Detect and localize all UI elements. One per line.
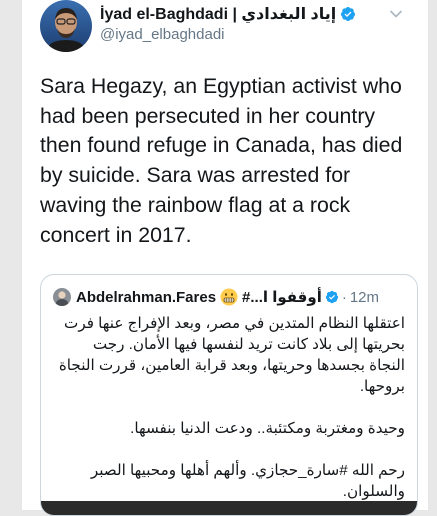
chevron-down-icon[interactable] xyxy=(388,6,404,22)
quoted-timestamp[interactable]: 12m xyxy=(350,289,379,306)
tweet-header: İyad el-Baghdadi | إياد البغدادي @iyad_e… xyxy=(22,0,428,58)
grimacing-face-icon xyxy=(220,288,238,306)
tweet-text: Sara Hegazy, an Egyptian activist who ha… xyxy=(40,72,418,250)
verified-badge-icon xyxy=(325,290,338,304)
display-name[interactable]: İyad el-Baghdadi | إياد البغدادي xyxy=(100,4,336,24)
quoted-tweet-header: Abdelrahman.Fares أوقفوا ا...# · 12m xyxy=(53,287,407,307)
tweet-text-body: Sara Hegazy, an Egyptian activist who ha… xyxy=(40,74,403,247)
quoted-tweet[interactable]: Abdelrahman.Fares أوقفوا ا...# · 12m اعت… xyxy=(40,274,418,516)
quoted-paragraph: وحيدة ومغتربة ومكتئبة.. ودعت الدنيا بنفس… xyxy=(130,420,405,437)
quoted-avatar[interactable] xyxy=(53,288,71,306)
tweet-card[interactable]: İyad el-Baghdadi | إياد البغدادي @iyad_e… xyxy=(22,0,428,516)
verified-badge-icon xyxy=(341,7,356,21)
handle[interactable]: @iyad_elbaghdadi xyxy=(100,26,225,43)
avatar[interactable] xyxy=(40,0,92,52)
quoted-display-name-suffix[interactable]: أوقفوا ا...# xyxy=(242,288,322,306)
quoted-paragraph: رحم الله #سارة_حجازي. وألهم أهلها ومحبيه… xyxy=(90,462,405,500)
separator-dot: · xyxy=(341,288,347,306)
display-name-row[interactable]: İyad el-Baghdadi | إياد البغدادي xyxy=(100,4,356,24)
quoted-paragraph: اعتقلها النظام المتدين في مصر، وبعد الإف… xyxy=(58,315,405,395)
quoted-media[interactable] xyxy=(41,501,417,515)
quoted-tweet-text: اعتقلها النظام المتدين في مصر، وبعد الإف… xyxy=(53,313,405,515)
quoted-display-name[interactable]: Abdelrahman.Fares xyxy=(76,289,216,306)
